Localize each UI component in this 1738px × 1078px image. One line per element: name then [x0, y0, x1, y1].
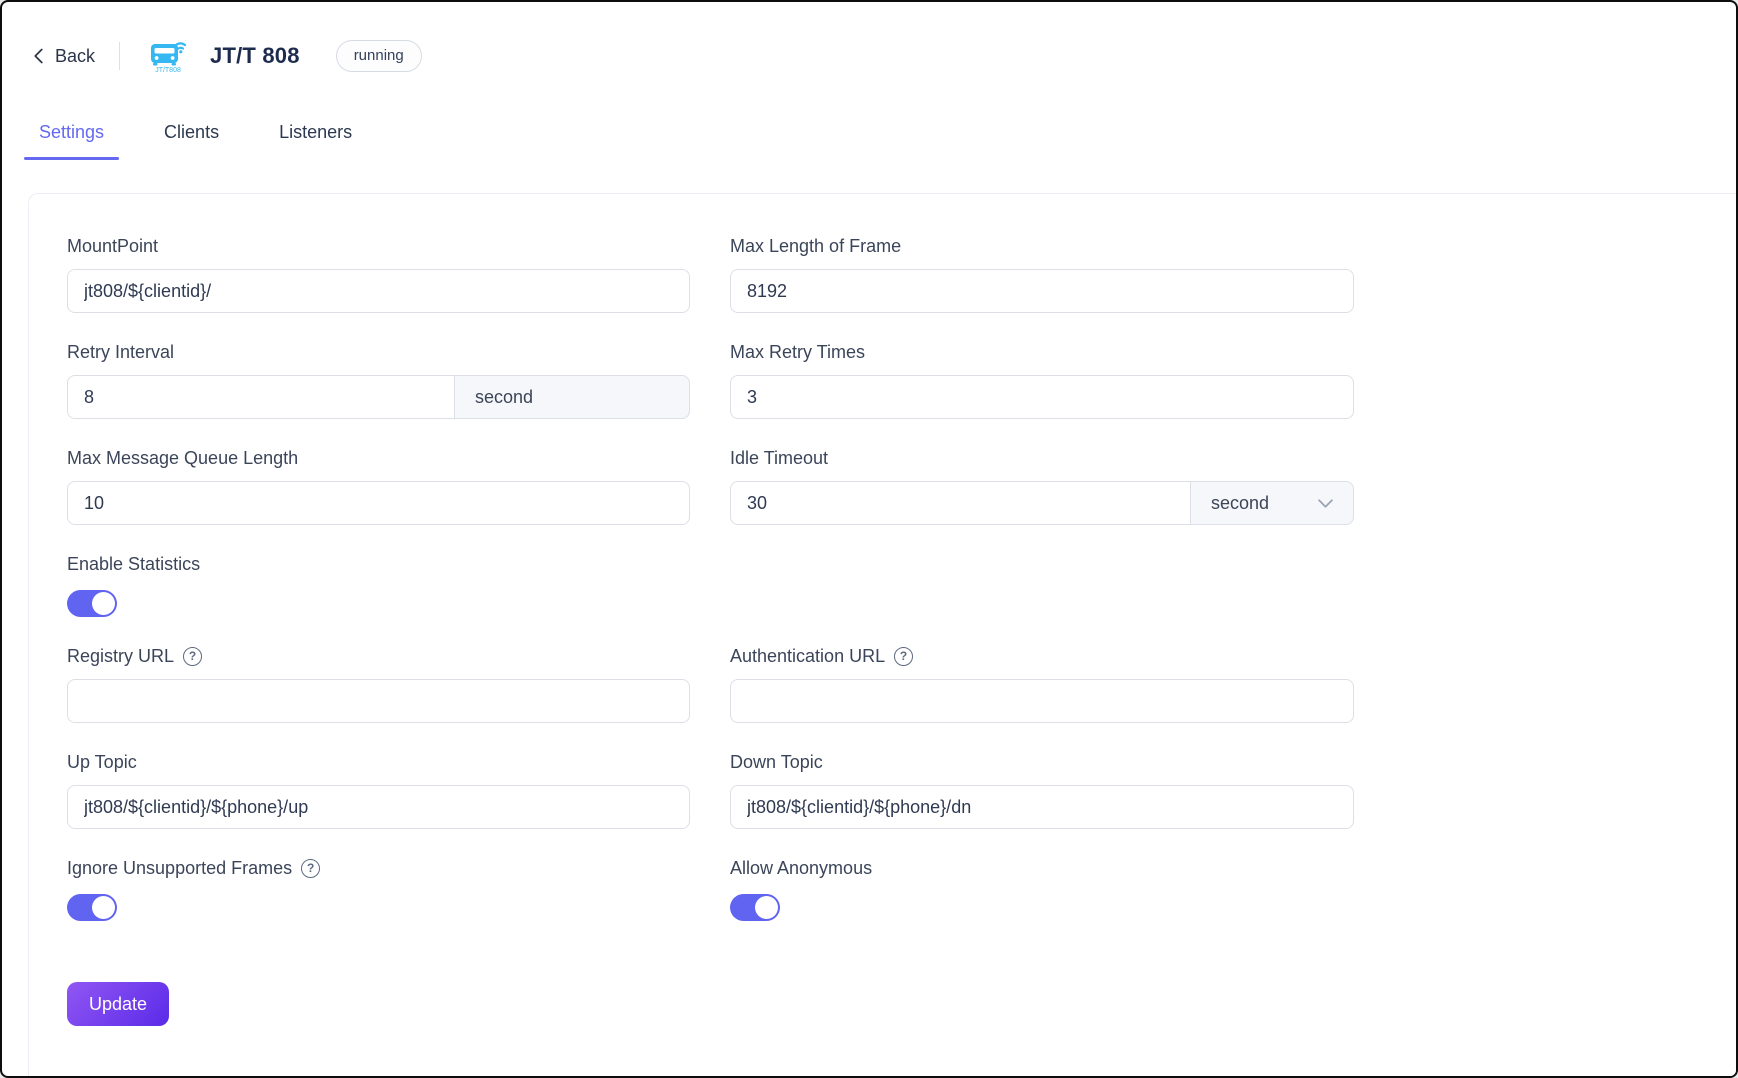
chevron-left-icon — [32, 48, 45, 64]
page-title: JT/T 808 — [210, 43, 300, 69]
allow-anonymous-toggle[interactable] — [730, 894, 780, 921]
max-retry-times-input[interactable] — [730, 375, 1354, 419]
registry-url-input[interactable] — [67, 679, 690, 723]
status-badge: running — [336, 40, 422, 72]
authentication-url-label: Authentication URL — [730, 644, 885, 668]
tab-clients[interactable]: Clients — [149, 122, 234, 160]
retry-interval-label: Retry Interval — [67, 340, 690, 364]
allow-anonymous-field: Allow Anonymous — [730, 856, 1354, 921]
registry-url-label: Registry URL — [67, 644, 174, 668]
authentication-url-field: Authentication URL ? — [730, 644, 1354, 723]
back-label: Back — [55, 46, 95, 67]
bus-wifi-icon — [148, 37, 188, 67]
tab-listeners[interactable]: Listeners — [264, 122, 367, 160]
tab-settings[interactable]: Settings — [24, 122, 119, 160]
up-topic-field: Up Topic — [67, 750, 690, 829]
idle-timeout-field: Idle Timeout second — [730, 446, 1354, 525]
jt808-gateway-icon: JT/T808 — [146, 37, 190, 75]
idle-timeout-input[interactable] — [730, 481, 1190, 525]
enable-statistics-toggle[interactable] — [67, 590, 117, 617]
max-length-frame-field: Max Length of Frame — [730, 234, 1354, 313]
app-window: Back JT/T808 JT/T 808 running Settings C… — [0, 0, 1738, 1078]
enable-statistics-field: Enable Statistics — [67, 552, 690, 617]
max-message-queue-length-label: Max Message Queue Length — [67, 446, 690, 470]
mountpoint-label: MountPoint — [67, 234, 690, 258]
registry-url-help-icon[interactable]: ? — [183, 647, 202, 666]
gateway-icon-caption: JT/T808 — [155, 67, 181, 75]
retry-interval-input[interactable] — [67, 375, 454, 419]
idle-timeout-unit-select[interactable]: second — [1190, 481, 1354, 525]
idle-timeout-unit-value: second — [1211, 493, 1269, 514]
chevron-down-icon — [1318, 499, 1333, 508]
up-topic-label: Up Topic — [67, 750, 690, 774]
mountpoint-field: MountPoint — [67, 234, 690, 313]
page-header: Back JT/T808 JT/T 808 running — [2, 2, 1736, 80]
max-message-queue-length-input[interactable] — [67, 481, 690, 525]
settings-card: MountPoint Max Length of Frame Retry Int… — [28, 193, 1738, 1078]
ignore-unsupported-frames-help-icon[interactable]: ? — [301, 859, 320, 878]
back-button[interactable]: Back — [32, 46, 95, 67]
down-topic-input[interactable] — [730, 785, 1354, 829]
max-length-frame-input[interactable] — [730, 269, 1354, 313]
retry-interval-field: Retry Interval second — [67, 340, 690, 419]
authentication-url-input[interactable] — [730, 679, 1354, 723]
ignore-unsupported-frames-field: Ignore Unsupported Frames ? — [67, 856, 690, 921]
up-topic-input[interactable] — [67, 785, 690, 829]
down-topic-field: Down Topic — [730, 750, 1354, 829]
max-retry-times-label: Max Retry Times — [730, 340, 1354, 364]
retry-interval-unit: second — [454, 375, 690, 419]
authentication-url-help-icon[interactable]: ? — [894, 647, 913, 666]
update-button[interactable]: Update — [67, 982, 169, 1026]
mountpoint-input[interactable] — [67, 269, 690, 313]
allow-anonymous-label: Allow Anonymous — [730, 856, 1354, 880]
header-divider — [119, 42, 120, 70]
settings-form: MountPoint Max Length of Frame Retry Int… — [67, 234, 1709, 948]
down-topic-label: Down Topic — [730, 750, 1354, 774]
tab-bar: Settings Clients Listeners — [2, 122, 1736, 160]
max-length-frame-label: Max Length of Frame — [730, 234, 1354, 258]
idle-timeout-label: Idle Timeout — [730, 446, 1354, 470]
registry-url-field: Registry URL ? — [67, 644, 690, 723]
ignore-unsupported-frames-label: Ignore Unsupported Frames — [67, 856, 292, 880]
enable-statistics-label: Enable Statistics — [67, 552, 690, 576]
max-message-queue-length-field: Max Message Queue Length — [67, 446, 690, 525]
ignore-unsupported-frames-toggle[interactable] — [67, 894, 117, 921]
max-retry-times-field: Max Retry Times — [730, 340, 1354, 419]
